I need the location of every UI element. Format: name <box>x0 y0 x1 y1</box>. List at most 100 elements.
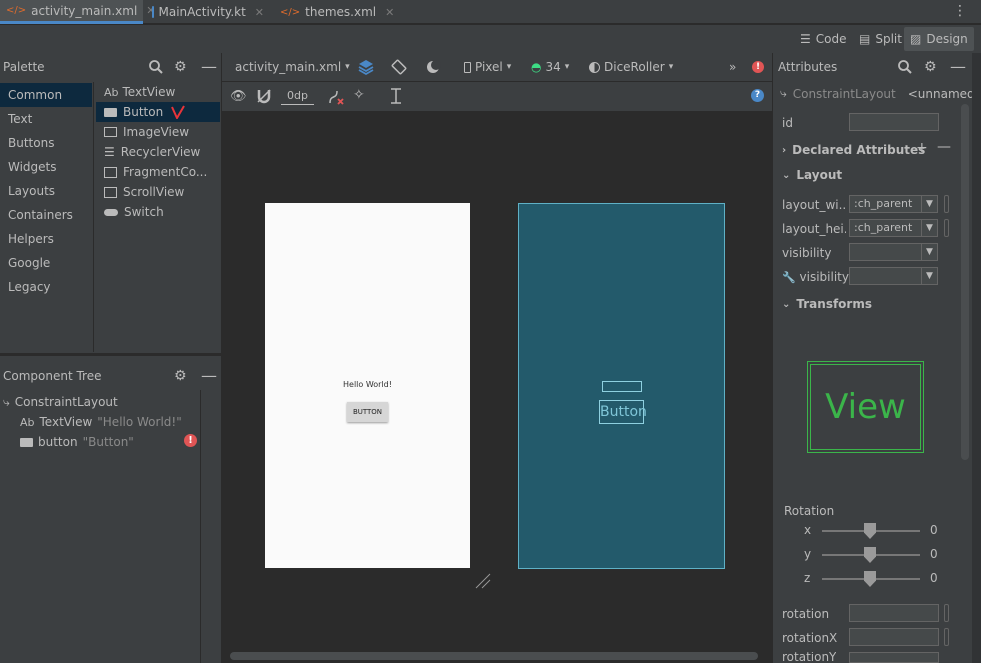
gear-icon[interactable]: ⚙ <box>174 368 187 384</box>
list-icon: ☰ <box>104 145 115 159</box>
more-options-icon[interactable]: ⋮ <box>953 3 967 19</box>
resource-picker-button[interactable] <box>944 195 949 213</box>
file-selector[interactable]: activity_main.xml ▾ <box>235 60 350 74</box>
palette-item-scrollview[interactable]: ScrollView <box>96 182 220 202</box>
palette-category-layouts[interactable]: Layouts <box>0 179 92 203</box>
rotation-input[interactable] <box>849 604 939 622</box>
text-ab-icon: Ab <box>104 85 119 99</box>
rotation-x-input[interactable] <box>849 628 939 646</box>
declared-attributes-section[interactable]: › Declared Attributes <box>774 139 956 161</box>
blueprint-button[interactable]: Button <box>599 400 647 424</box>
layout-section-label: Layout <box>796 168 843 182</box>
gear-icon[interactable]: ⚙ <box>174 59 187 75</box>
close-icon[interactable]: ✕ <box>385 6 394 19</box>
default-margin-field[interactable]: 0dp <box>281 89 314 105</box>
error-icon[interactable]: ! <box>752 61 764 73</box>
search-icon[interactable] <box>148 59 164 75</box>
tab-themes[interactable]: </> themes.xml ✕ <box>274 0 394 24</box>
magnet-off-icon[interactable] <box>256 88 272 104</box>
layout-height-select[interactable]: :ch_parent ▼ <box>849 219 938 237</box>
more-chevron-icon[interactable]: » <box>729 60 736 74</box>
eye-icon[interactable]: 👁 <box>230 89 247 104</box>
theme-selector[interactable]: DiceRoller ▾ <box>589 60 673 74</box>
palette-category-containers[interactable]: Containers <box>0 203 92 227</box>
close-icon[interactable]: ✕ <box>255 6 264 19</box>
resource-picker-button[interactable] <box>944 628 949 646</box>
axis-label: z <box>804 571 811 585</box>
palette-category-helpers[interactable]: Helpers <box>0 227 92 251</box>
design-mode-button[interactable]: ▨ Design <box>904 27 974 51</box>
rotation-x-value: 0 <box>930 523 938 537</box>
tab-main-activity[interactable]: MainActivity.kt ✕ <box>146 0 270 24</box>
visibility-select[interactable]: ▼ <box>849 243 938 261</box>
minimize-icon[interactable]: — <box>950 57 966 76</box>
guidelines-icon[interactable] <box>389 87 403 105</box>
palette-item-recyclerview[interactable]: ☰ RecyclerView <box>96 142 220 162</box>
preview-hello-text[interactable]: Hello World! <box>265 380 470 389</box>
preview-button[interactable]: BUTTON <box>347 402 388 422</box>
resource-picker-button[interactable] <box>944 219 949 237</box>
palette-category-common[interactable]: Common <box>0 83 92 107</box>
android-icon: ◓ <box>531 60 542 74</box>
tree-divider <box>200 390 201 663</box>
palette-item-button[interactable]: Button <box>96 102 220 122</box>
tree-item-textview[interactable]: Ab TextView "Hello World!" <box>20 412 182 432</box>
tree-item-button[interactable]: button "Button" <box>20 432 134 452</box>
layout-section[interactable]: ⌄ Layout <box>774 164 956 186</box>
night-mode-icon[interactable] <box>424 58 442 76</box>
palette-category-buttons[interactable]: Buttons <box>0 131 92 155</box>
add-icon[interactable]: + <box>916 140 928 156</box>
tab-activity-main[interactable]: </> activity_main.xml ✕ <box>0 0 156 24</box>
transforms-section[interactable]: ⌄ Transforms <box>774 293 956 315</box>
constraint-layout-icon: ⤷ <box>3 394 10 409</box>
layers-icon[interactable] <box>357 58 375 76</box>
attributes-scrollbar[interactable] <box>961 104 969 460</box>
phone-icon <box>464 61 471 73</box>
tab-label: MainActivity.kt <box>158 5 246 19</box>
device-selector[interactable]: Pixel ▾ <box>464 60 511 74</box>
resize-handle-icon[interactable] <box>474 572 492 590</box>
remove-icon[interactable]: — <box>937 139 951 155</box>
horizontal-scrollbar[interactable] <box>230 652 758 660</box>
palette-item-fragmentcontainer[interactable]: FragmentCo... <box>96 162 220 182</box>
help-icon[interactable]: ? <box>751 89 764 102</box>
chevron-down-icon: ▼ <box>921 268 937 284</box>
constraint-layout-icon: ⤷ <box>780 86 787 100</box>
palette-category-text[interactable]: Text <box>0 107 92 131</box>
chevron-down-icon: ▼ <box>921 196 937 212</box>
code-mode-button[interactable]: ☰ Code <box>794 27 853 51</box>
search-icon[interactable] <box>897 59 913 75</box>
palette-category-legacy[interactable]: Legacy <box>0 275 92 299</box>
minimize-icon[interactable]: — <box>201 366 217 385</box>
resource-picker-button[interactable] <box>944 604 949 622</box>
layout-height-label: layout_hei... <box>782 219 846 239</box>
split-mode-button[interactable]: ▤ Split <box>853 27 908 51</box>
theme-icon <box>589 61 600 73</box>
tree-item-constraintlayout[interactable]: ⤷ ConstraintLayout <box>3 392 118 412</box>
palette-item-textview[interactable]: Ab TextView <box>96 82 220 102</box>
palette-item-switch[interactable]: Switch <box>96 202 220 222</box>
palette-item-imageview[interactable]: ImageView <box>96 122 220 142</box>
error-icon[interactable]: ! <box>184 434 197 447</box>
clear-constraints-icon[interactable] <box>327 88 345 106</box>
magic-wand-icon[interactable]: ✧ <box>353 87 365 103</box>
gear-icon[interactable]: ⚙ <box>924 59 937 75</box>
tab-label: themes.xml <box>305 5 377 19</box>
layout-width-select[interactable]: :ch_parent ▼ <box>849 195 938 213</box>
minimize-icon[interactable]: — <box>201 57 217 76</box>
visibility-label: visibility <box>782 243 831 263</box>
wrench-icon: 🔧 <box>782 271 796 284</box>
orientation-icon[interactable] <box>390 58 408 76</box>
palette-category-widgets[interactable]: Widgets <box>0 155 92 179</box>
blueprint-textview[interactable] <box>602 381 642 392</box>
api-selector[interactable]: ◓ 34 ▾ <box>531 60 569 74</box>
attr-label-text: layout_hei... <box>782 222 846 236</box>
attr-select-value: :ch_parent <box>854 221 913 234</box>
transform-view-label: View <box>825 387 906 427</box>
id-input[interactable] <box>849 113 939 131</box>
image-icon: ▨ <box>910 32 922 46</box>
rotation-y-input[interactable] <box>849 652 939 663</box>
palette-category-google[interactable]: Google <box>0 251 92 275</box>
axis-value: 0 <box>930 571 938 585</box>
tools-visibility-select[interactable]: ▼ <box>849 267 938 285</box>
